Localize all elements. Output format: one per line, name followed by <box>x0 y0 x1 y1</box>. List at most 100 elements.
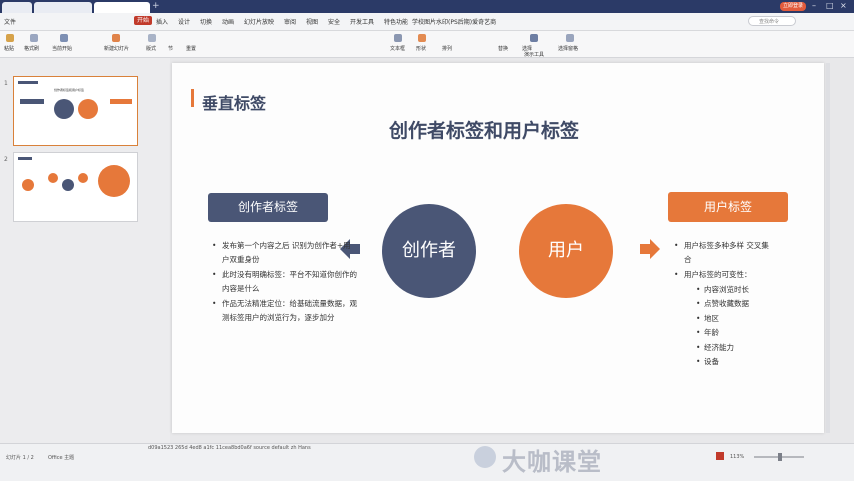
thumb-left-label <box>20 99 44 104</box>
paste-icon <box>6 34 14 42</box>
menu-review[interactable]: 审阅 <box>284 17 296 26</box>
section-button[interactable]: 节 <box>168 45 173 52</box>
start-current-button[interactable]: 当前开始 <box>52 45 72 52</box>
format-painter-button[interactable]: 格式刷 <box>24 45 39 52</box>
format-painter-icon <box>30 34 38 42</box>
user-sub-bullet: • 年龄 <box>696 326 774 341</box>
creator-label-box: 创作者标签 <box>208 193 328 222</box>
zoom-level[interactable]: 113% <box>730 454 744 460</box>
bullet-dot-icon: • <box>696 342 701 352</box>
bullet-dot-icon: • <box>674 241 679 250</box>
user-sub-bullet: • 内容浏览时长 <box>696 283 774 298</box>
menu-watermark[interactable]: 学校图片水印(PS后期)爱奇艺商 <box>412 17 496 26</box>
user-sub-bullet: • 点赞收藏数据 <box>696 297 774 312</box>
slide-canvas[interactable]: 垂直标签 创作者标签和用户标签 创作者标签 用户标签 创作者 用户 • 发布第一… <box>172 63 824 433</box>
thumbnail-number: 2 <box>4 156 8 163</box>
presenter-tools-button[interactable]: 演示工具 <box>524 51 544 58</box>
creator-bullet-list: • 发布第一个内容之后 识别为创作者+用户双重身份 • 此时没有明确标签：平台不… <box>212 239 358 324</box>
bullet-dot-icon: • <box>212 299 217 308</box>
notes-text[interactable]: d09a1523 265d 4ed8 a1fc 11cea8bd0a6f sou… <box>148 445 311 451</box>
creator-bullet: • 作品无法精准定位：给基础流量数据，观测标签用户的浏览行为，逐步加分 <box>212 299 357 322</box>
menu-home[interactable]: 开始 <box>134 16 153 25</box>
menu-file[interactable]: 文件 <box>4 17 16 26</box>
user-bullet: • 用户标签多种多样 交叉集合 <box>674 241 769 264</box>
bullet-dot-icon: • <box>674 270 679 279</box>
thumbnail-number: 1 <box>4 80 8 87</box>
watermark-logo-icon <box>474 446 496 468</box>
user-circle: 用户 <box>519 204 613 298</box>
document-tab[interactable] <box>34 2 92 13</box>
active-document-tab[interactable] <box>94 2 150 13</box>
zoom-slider-handle[interactable] <box>778 453 782 461</box>
section-title-accent <box>191 89 194 107</box>
thumb-title: 创作者标签和用户标签 <box>54 88 85 92</box>
thumb-circle-right <box>78 99 98 119</box>
bullet-dot-icon: • <box>696 328 701 337</box>
layout-button[interactable]: 版式 <box>146 45 156 52</box>
user-sub-bullet: • 经济能力 <box>696 341 774 356</box>
thumb-title-bar <box>18 157 32 160</box>
menu-features[interactable]: 特色功能 <box>384 17 408 26</box>
creator-bullet: • 发布第一个内容之后 识别为创作者+用户双重身份 <box>212 241 351 264</box>
paste-button[interactable]: 粘贴 <box>4 45 14 52</box>
textbox-icon <box>394 34 402 42</box>
thumb-node-large <box>98 165 130 197</box>
new-tab-icon[interactable]: + <box>152 1 160 11</box>
watermark-text: 大咖课堂 <box>502 448 602 476</box>
bullet-dot-icon: • <box>212 270 217 279</box>
menu-devtools[interactable]: 开发工具 <box>350 17 374 26</box>
bullet-dot-icon: • <box>696 299 701 308</box>
slide-thumbnail-1[interactable]: 创作者标签和用户标签 <box>13 76 138 146</box>
selection-pane-icon <box>566 34 574 42</box>
slide-count: 幻灯片 1 / 2 <box>6 455 34 461</box>
close-icon[interactable]: × <box>840 1 847 10</box>
menu-view[interactable]: 视图 <box>306 17 318 26</box>
slide-thumbnail-2[interactable] <box>13 152 138 222</box>
menu-slideshow[interactable]: 幻灯片放映 <box>244 17 274 26</box>
main-title: 创作者标签和用户标签 <box>389 120 580 142</box>
user-sub-bullet: • 地区 <box>696 312 774 327</box>
menu-design[interactable]: 设计 <box>178 17 190 26</box>
thumb-node <box>48 173 58 183</box>
user-bullet: • 用户标签的可变性： <box>674 268 774 282</box>
new-slide-icon <box>112 34 120 42</box>
bullet-dot-icon: • <box>696 357 701 366</box>
menu-security[interactable]: 安全 <box>328 17 340 26</box>
new-slide-button[interactable]: 新建幻灯片 <box>104 45 129 52</box>
bullet-dot-icon: • <box>696 284 701 294</box>
shape-icon <box>418 34 426 42</box>
textbox-button[interactable]: 文本框 <box>390 45 405 52</box>
menu-insert[interactable]: 插入 <box>156 17 168 26</box>
menu-animation[interactable]: 动画 <box>222 17 234 26</box>
creator-circle: 创作者 <box>382 204 476 298</box>
user-sub-bullet: • 设备 <box>696 355 774 370</box>
replace-button[interactable]: 替换 <box>498 45 508 52</box>
status-bar: d09a1523 265d 4ed8 a1fc 11cea8bd0a6f sou… <box>0 443 854 481</box>
ribbon-toolbar: 粘贴 格式刷 当前开始 新建幻灯片 版式 节 重置 文本框 形状 排列 替换 选… <box>0 31 854 58</box>
arrange-button[interactable]: 排列 <box>442 45 452 52</box>
right-arrow-icon <box>640 239 660 259</box>
presenter-tools-icon <box>530 34 538 42</box>
user-label-box: 用户标签 <box>668 192 788 222</box>
selection-pane-button[interactable]: 选择窗格 <box>558 45 578 52</box>
command-search-input[interactable]: 查找命令 <box>748 16 796 26</box>
bullet-dot-icon: • <box>696 313 701 323</box>
home-tab[interactable] <box>2 2 32 13</box>
play-slideshow-icon[interactable] <box>716 452 724 460</box>
theme-name: Office 主题 <box>48 455 75 461</box>
maximize-icon[interactable]: □ <box>826 1 834 10</box>
thumb-right-label <box>110 99 132 104</box>
vertical-scrollbar[interactable] <box>826 63 830 433</box>
reset-button[interactable]: 重置 <box>186 45 196 52</box>
slide-thumbnail-pane: 1 创作者标签和用户标签 2 <box>0 58 170 443</box>
signin-button[interactable]: 立即登录 <box>780 2 806 11</box>
thumb-node <box>22 179 34 191</box>
menu-transition[interactable]: 切换 <box>200 17 212 26</box>
thumb-node <box>78 173 88 183</box>
bullet-dot-icon: • <box>212 241 217 250</box>
user-sub-bullet-list: • 内容浏览时长 • 点赞收藏数据 • 地区 • 年龄 • 经济能力 • 设备 <box>674 283 774 370</box>
minimize-icon[interactable]: – <box>812 1 816 10</box>
thumb-circle-left <box>54 99 74 119</box>
user-bullet-list: • 用户标签多种多样 交叉集合 • 用户标签的可变性： • 内容浏览时长 • 点赞收… <box>674 239 774 370</box>
shape-button[interactable]: 形状 <box>416 45 426 52</box>
